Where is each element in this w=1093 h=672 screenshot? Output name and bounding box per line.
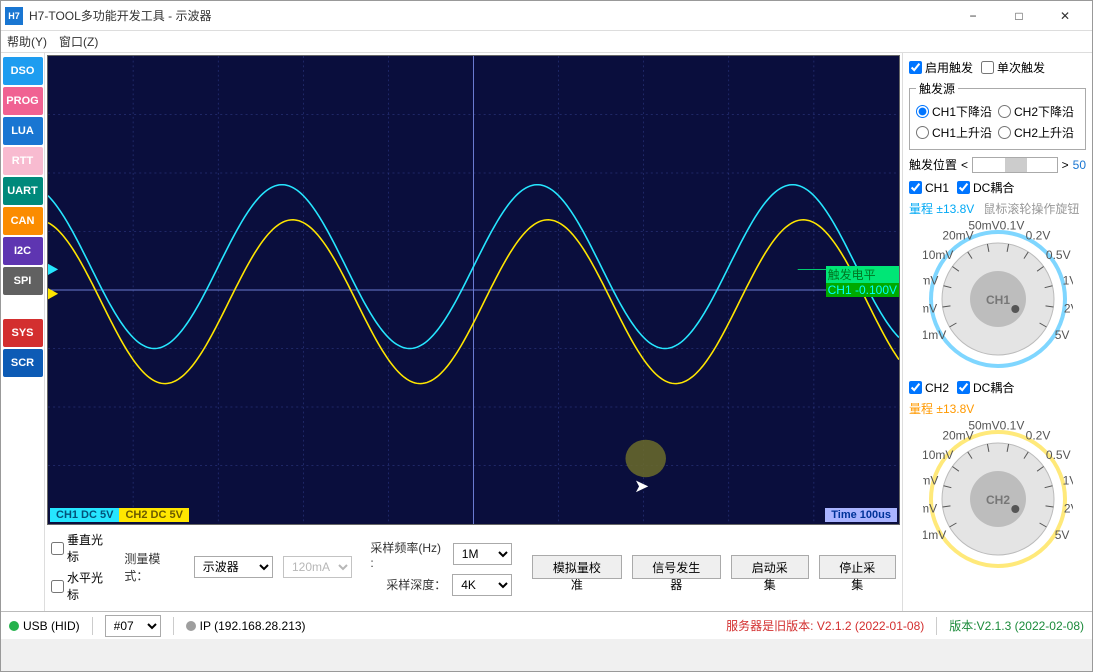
ip-status: IP (192.168.28.213) <box>186 619 306 633</box>
svg-text:1mV: 1mV <box>923 328 946 342</box>
sidebar-tab-prog[interactable]: PROG <box>3 87 43 115</box>
slider-left-arrow-icon[interactable]: < <box>961 158 968 172</box>
svg-text:5mV: 5mV <box>923 274 938 288</box>
ch2-rising-radio[interactable]: CH2上升沿 <box>998 124 1074 141</box>
right-panel: 启用触发 单次触发 触发源 CH1下降沿 CH2下降沿 CH1上升沿 CH2上升… <box>902 53 1092 611</box>
app-icon: H7 <box>5 7 23 25</box>
close-button[interactable]: ✕ <box>1042 1 1088 31</box>
menu-help[interactable]: 帮助(Y) <box>7 33 47 50</box>
svg-text:CH2: CH2 <box>985 493 1009 507</box>
vertical-cursor-checkbox[interactable]: 垂直光标 <box>51 531 114 565</box>
svg-text:50mV: 50mV <box>968 221 999 232</box>
oscilloscope-canvas[interactable]: 触发电平 CH1 -0.100V CH1 DC 5V CH2 DC 5V Tim… <box>47 55 900 525</box>
ch1-range-dial[interactable]: CH11mV2mV5mV10mV20mV50mV0.1V0.2V0.5V1V2V… <box>923 221 1073 371</box>
sidebar-tab-spi[interactable]: SPI <box>3 267 43 295</box>
menu-window[interactable]: 窗口(Z) <box>59 33 98 50</box>
measure-mode-label: 测量模式： <box>124 550 183 584</box>
channel-legend: CH1 DC 5V CH2 DC 5V <box>50 508 189 522</box>
sidebar-tab-uart[interactable]: UART <box>3 177 43 205</box>
analog-calibrate-button[interactable]: 模拟量校准 <box>532 555 621 579</box>
signal-generator-button[interactable]: 信号发生器 <box>632 555 721 579</box>
svg-text:2V: 2V <box>1063 302 1072 316</box>
horizontal-cursor-checkbox[interactable]: 水平光标 <box>51 569 114 603</box>
slider-right-arrow-icon[interactable]: > <box>1062 158 1069 172</box>
sidebar: DSOPROGLUARTTUARTCANI2CSPI SYSSCR <box>1 53 45 611</box>
svg-text:5V: 5V <box>1054 328 1069 342</box>
minimize-button[interactable]: − <box>950 1 996 31</box>
sidebar-tab-sys[interactable]: SYS <box>3 319 43 347</box>
svg-text:1V: 1V <box>1062 474 1072 488</box>
svg-text:50mV: 50mV <box>968 421 999 432</box>
sample-rate-select[interactable]: 1M <box>453 543 512 565</box>
svg-text:10mV: 10mV <box>923 248 953 262</box>
sample-depth-label: 采样深度： <box>386 576 446 593</box>
trigger-level-label: 触发电平 CH1 -0.100V <box>826 266 899 297</box>
svg-text:0.2V: 0.2V <box>1025 429 1050 443</box>
svg-text:0.1V: 0.1V <box>999 421 1024 432</box>
ch2-dc-coupling-checkbox[interactable]: DC耦合 <box>957 379 1014 396</box>
sidebar-tab-can[interactable]: CAN <box>3 207 43 235</box>
maximize-button[interactable]: □ <box>996 1 1042 31</box>
start-capture-button[interactable]: 启动采集 <box>731 555 809 579</box>
svg-text:1V: 1V <box>1062 274 1072 288</box>
single-trigger-checkbox[interactable]: 单次触发 <box>981 59 1045 76</box>
sidebar-tab-lua[interactable]: LUA <box>3 117 43 145</box>
app-version: 版本:V2.1.3 (2022-02-08) <box>949 617 1084 634</box>
svg-text:0.5V: 0.5V <box>1045 248 1070 262</box>
svg-text:1mV: 1mV <box>923 528 946 542</box>
ch1-dc-coupling-checkbox[interactable]: DC耦合 <box>957 179 1014 196</box>
sample-rate-label: 采样频率(Hz) : <box>370 539 446 570</box>
ch1-rising-radio[interactable]: CH1上升沿 <box>916 124 992 141</box>
enable-trigger-checkbox[interactable]: 启用触发 <box>909 59 973 76</box>
trigger-pos-slider[interactable] <box>972 157 1058 173</box>
current-select[interactable]: 120mA <box>283 556 352 578</box>
stop-capture-button[interactable]: 停止采集 <box>819 555 897 579</box>
svg-text:2mV: 2mV <box>923 502 937 516</box>
sidebar-tab-dso[interactable]: DSO <box>3 57 43 85</box>
svg-text:5mV: 5mV <box>923 474 938 488</box>
sidebar-tab-scr[interactable]: SCR <box>3 349 43 377</box>
timebase-legend: Time 100us <box>825 508 897 522</box>
svg-text:2V: 2V <box>1063 502 1072 516</box>
measure-mode-select[interactable]: 示波器 <box>194 556 273 578</box>
svg-text:CH1: CH1 <box>985 293 1009 307</box>
svg-text:0.2V: 0.2V <box>1025 229 1050 243</box>
svg-text:0.5V: 0.5V <box>1045 448 1070 462</box>
trigger-pos-value: 50 <box>1073 158 1086 172</box>
svg-text:10mV: 10mV <box>923 448 953 462</box>
com-port-select[interactable]: #07 <box>105 615 161 637</box>
ch2-range-dial[interactable]: CH21mV2mV5mV10mV20mV50mV0.1V0.2V0.5V1V2V… <box>923 421 1073 571</box>
sample-depth-select[interactable]: 4K <box>452 574 512 596</box>
svg-text:0.1V: 0.1V <box>999 221 1024 232</box>
trigger-source-group: 触发源 CH1下降沿 CH2下降沿 CH1上升沿 CH2上升沿 <box>909 80 1086 150</box>
window-title: H7-TOOL多功能开发工具 - 示波器 <box>29 7 950 24</box>
ch1-falling-radio[interactable]: CH1下降沿 <box>916 103 992 120</box>
ch1-enable-checkbox[interactable]: CH1 <box>909 181 949 195</box>
svg-text:5V: 5V <box>1054 528 1069 542</box>
ch2-falling-radio[interactable]: CH2下降沿 <box>998 103 1074 120</box>
trigger-pos-label: 触发位置 <box>909 156 957 173</box>
ch2-enable-checkbox[interactable]: CH2 <box>909 381 949 395</box>
sidebar-tab-rtt[interactable]: RTT <box>3 147 43 175</box>
usb-status: USB (HID) <box>9 619 80 633</box>
server-version-warning: 服务器是旧版本: V2.1.2 (2022-01-08) <box>726 617 924 634</box>
svg-text:2mV: 2mV <box>923 302 937 316</box>
sidebar-tab-i2c[interactable]: I2C <box>3 237 43 265</box>
